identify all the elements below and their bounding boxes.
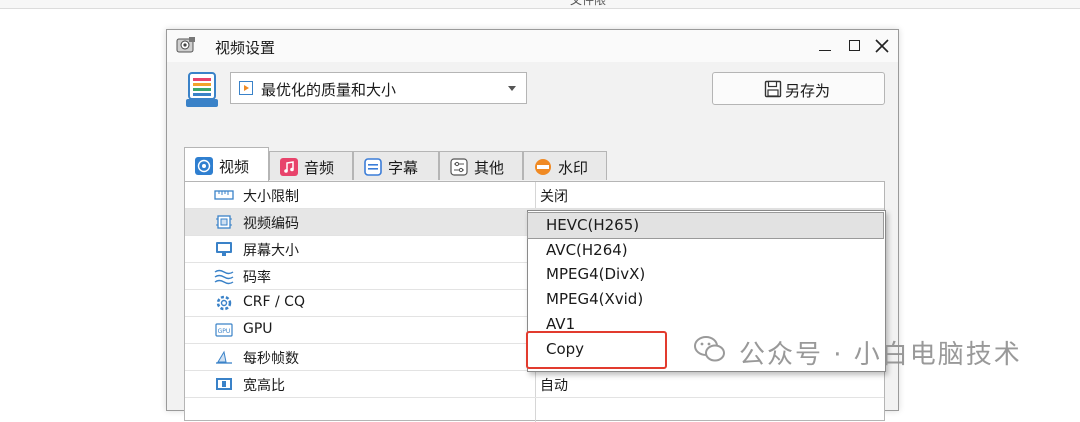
save-as-label: 另存为 bbox=[785, 82, 831, 100]
monitor-icon bbox=[216, 242, 232, 256]
setting-label: 屏幕大小 bbox=[243, 243, 299, 259]
minimize-button[interactable] bbox=[813, 34, 837, 58]
save-icon bbox=[764, 80, 782, 98]
setting-value[interactable]: 自动 bbox=[540, 375, 568, 395]
setting-label: 每秒帧数 bbox=[243, 351, 299, 367]
watermark-text: 公众号 · 小白电脑技术 bbox=[739, 340, 1022, 370]
subtitle-icon bbox=[364, 158, 382, 176]
tab-video-label: 视频 bbox=[219, 158, 250, 176]
setting-label: 视频编码 bbox=[243, 216, 299, 232]
svg-text:GPU: GPU bbox=[218, 328, 231, 335]
preset-dropdown[interactable]: 最优化的质量和大小 bbox=[230, 72, 527, 104]
setting-label: 大小限制 bbox=[243, 189, 299, 205]
speed-icon bbox=[216, 350, 232, 364]
setting-row-size-limit[interactable]: 大小限制 关闭 bbox=[185, 182, 884, 209]
background-window-strip: 文件限 bbox=[0, 0, 1080, 9]
codec-option-label: HEVC(H265) bbox=[546, 216, 640, 234]
title-bar[interactable]: 视频设置 bbox=[167, 30, 898, 62]
tab-subtitle[interactable]: 字幕 bbox=[353, 151, 439, 180]
close-icon bbox=[875, 39, 889, 53]
chevron-down-icon bbox=[508, 86, 516, 91]
codec-option-label: AVC(H264) bbox=[546, 241, 628, 259]
tab-watermark-label: 水印 bbox=[558, 159, 589, 177]
tab-audio[interactable]: 音频 bbox=[269, 151, 353, 180]
background-window-title: 文件限 bbox=[570, 0, 607, 7]
close-button[interactable] bbox=[870, 34, 894, 58]
window-title: 视频设置 bbox=[215, 39, 276, 57]
chip-icon bbox=[216, 215, 232, 229]
tab-watermark[interactable]: 水印 bbox=[523, 151, 607, 180]
codec-option-avc[interactable]: AVC(H264) bbox=[528, 238, 883, 263]
ruler-icon bbox=[214, 190, 234, 200]
setting-value[interactable]: 关闭 bbox=[540, 186, 568, 206]
maximize-button[interactable] bbox=[843, 34, 867, 58]
codec-option-hevc[interactable]: HEVC(H265) bbox=[527, 212, 884, 239]
maximize-icon bbox=[849, 40, 860, 51]
tab-audio-label: 音频 bbox=[304, 159, 335, 177]
setting-label: 宽高比 bbox=[243, 378, 285, 394]
sliders-icon bbox=[450, 158, 468, 176]
setting-label: GPU bbox=[243, 321, 273, 337]
wave-icon bbox=[214, 269, 234, 285]
save-as-button[interactable]: 另存为 bbox=[712, 72, 885, 105]
codec-option-label: MPEG4(Xvid) bbox=[546, 290, 644, 308]
tab-other-label: 其他 bbox=[474, 159, 505, 177]
play-circle-icon bbox=[195, 157, 213, 175]
preset-selected-value: 最优化的质量和大小 bbox=[261, 81, 397, 99]
tab-other[interactable]: 其他 bbox=[439, 151, 523, 180]
tab-video[interactable]: 视频 bbox=[184, 147, 269, 181]
codec-option-xvid[interactable]: MPEG4(Xvid) bbox=[528, 287, 883, 312]
setting-label: 码率 bbox=[243, 270, 271, 286]
tab-subtitle-label: 字幕 bbox=[388, 159, 419, 177]
highlight-annotation-box bbox=[526, 331, 667, 369]
app-icon bbox=[176, 37, 195, 53]
gear-icon bbox=[216, 295, 232, 311]
aspect-icon bbox=[216, 378, 232, 390]
video-file-icon bbox=[239, 81, 253, 95]
codec-option-divx[interactable]: MPEG4(DivX) bbox=[528, 262, 883, 287]
gpu-icon: GPU bbox=[215, 323, 233, 337]
minimize-icon bbox=[819, 50, 831, 51]
setting-row-aspect[interactable]: 宽高比 自动 bbox=[185, 371, 884, 398]
codec-option-label: MPEG4(DivX) bbox=[546, 265, 646, 283]
preset-list-icon bbox=[186, 72, 218, 107]
watermark-new-icon bbox=[535, 159, 551, 175]
setting-label: CRF / CQ bbox=[243, 294, 305, 310]
wechat-icon bbox=[694, 336, 725, 362]
music-icon bbox=[280, 158, 298, 176]
